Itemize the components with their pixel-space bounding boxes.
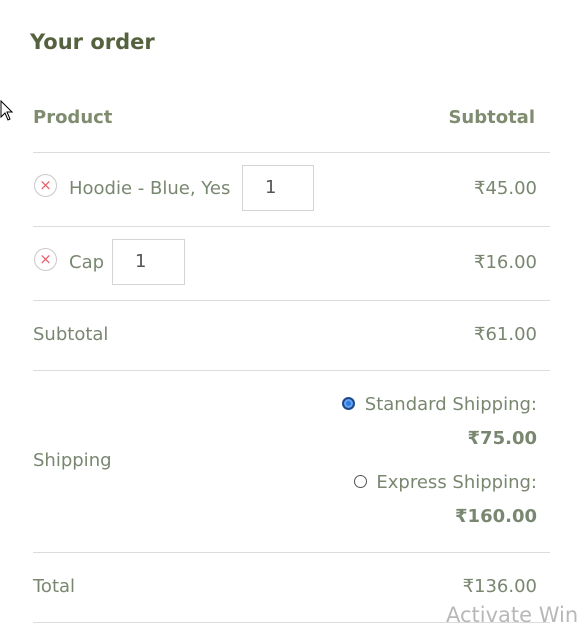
quantity-input[interactable]: 1 [242, 165, 314, 211]
subtotal-label: Subtotal [33, 324, 109, 345]
order-title: Your order [30, 30, 155, 54]
item-price: ₹45.00 [474, 178, 537, 199]
order-item-row: × Cap 1 ₹16.00 [33, 227, 550, 301]
shipping-row: Shipping Standard Shipping: ₹75.00 Expre… [33, 370, 550, 553]
total-value: ₹136.00 [462, 576, 537, 597]
table-header: Product Subtotal [33, 96, 550, 153]
standard-shipping-radio[interactable] [342, 397, 355, 410]
total-label: Total [33, 576, 76, 597]
express-shipping-label[interactable]: Express Shipping: [376, 472, 537, 493]
subtotal-value: ₹61.00 [474, 324, 537, 345]
item-name: Cap [69, 252, 105, 273]
item-name: Hoodie - Blue, Yes [69, 178, 231, 199]
product-column-header: Product [33, 107, 113, 128]
remove-item-button[interactable]: × [34, 248, 57, 271]
activate-windows-watermark: Activate Win [446, 603, 579, 627]
standard-shipping-label[interactable]: Standard Shipping: [365, 394, 537, 415]
order-item-row: × Hoodie - Blue, Yes 1 ₹45.00 [33, 153, 550, 227]
shipping-label: Shipping [33, 450, 112, 471]
remove-item-button[interactable]: × [34, 174, 57, 197]
subtotal-column-header: Subtotal [448, 107, 535, 128]
express-shipping-price: ₹160.00 [455, 506, 537, 527]
item-price: ₹16.00 [474, 252, 537, 273]
express-shipping-radio[interactable] [354, 475, 367, 488]
subtotal-row: Subtotal ₹61.00 [33, 300, 550, 371]
standard-shipping-price: ₹75.00 [467, 428, 537, 449]
quantity-input[interactable]: 1 [112, 239, 185, 285]
mouse-pointer-icon [0, 100, 14, 121]
